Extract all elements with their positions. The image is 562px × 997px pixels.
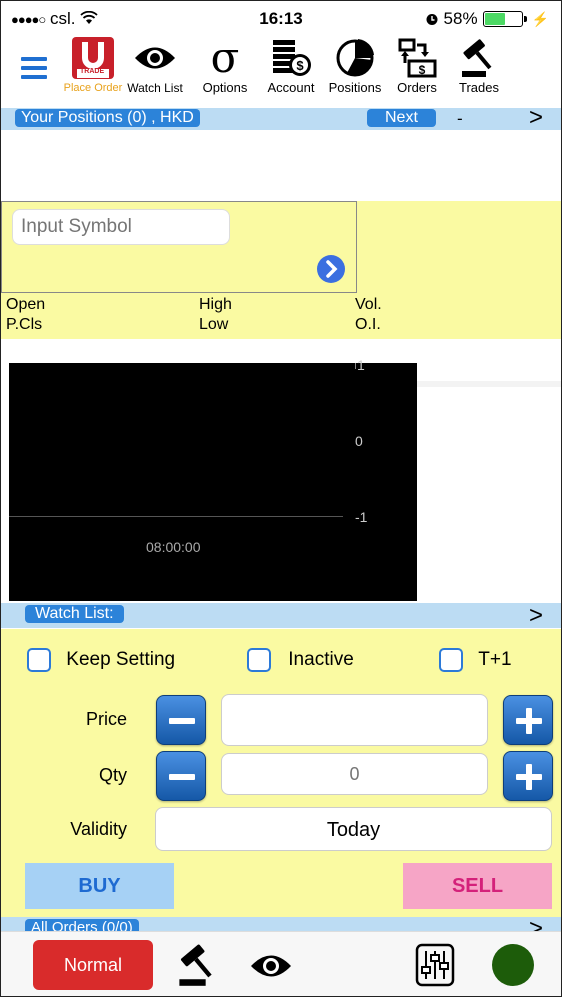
connection-status-indicator bbox=[492, 944, 534, 986]
buy-button[interactable]: BUY bbox=[25, 863, 174, 909]
alarm-icon bbox=[426, 14, 438, 25]
high-label: High bbox=[199, 296, 232, 313]
quote-panel: Open High Vol. P.Cls Low O.I. bbox=[1, 201, 561, 339]
gavel-icon[interactable] bbox=[175, 942, 221, 988]
toolbar-label: Orders bbox=[397, 80, 437, 95]
sell-button[interactable]: SELL bbox=[403, 863, 552, 909]
low-label: Low bbox=[199, 316, 229, 333]
oi-label: O.I. bbox=[355, 316, 381, 333]
next-button[interactable]: Next bbox=[367, 109, 436, 127]
settings-sliders-icon[interactable] bbox=[415, 943, 455, 987]
pie-chart-icon bbox=[336, 39, 374, 77]
orders-header[interactable]: All Orders (0/0) > bbox=[1, 917, 561, 931]
toolbar-account[interactable]: $ Account bbox=[259, 35, 323, 95]
qty-input[interactable] bbox=[221, 753, 488, 795]
battery-percent: 58% bbox=[443, 9, 478, 28]
battery-icon bbox=[482, 11, 527, 27]
battery-level bbox=[484, 13, 506, 25]
chart-tick bbox=[355, 363, 356, 369]
symbol-input[interactable] bbox=[12, 209, 230, 245]
toolbar-label: Positions bbox=[328, 80, 382, 95]
qty-increase-button[interactable] bbox=[503, 751, 553, 801]
toolbar-watch-list[interactable]: Watch List bbox=[123, 35, 187, 95]
positions-chevron-icon[interactable]: > bbox=[529, 106, 543, 130]
toolbar-label: Options bbox=[202, 80, 248, 95]
validity-label: Validity bbox=[70, 819, 127, 839]
t-plus-1-option[interactable]: T+1 bbox=[439, 648, 512, 672]
app-frame: ●●●●○ csl. 16:13 58% ⚡ Place Order TRADE… bbox=[0, 0, 562, 997]
keep-setting-label: Keep Setting bbox=[66, 649, 176, 670]
top-toolbar: Place Order TRADE Watch List σ Options $… bbox=[1, 35, 561, 101]
menu-icon[interactable] bbox=[21, 57, 47, 84]
t-plus-1-label: T+1 bbox=[478, 649, 512, 670]
sigma-icon: σ bbox=[210, 33, 240, 82]
watchlist-title: Watch List: bbox=[25, 605, 124, 623]
battery-area: 58% ⚡ bbox=[425, 9, 549, 29]
watchlist-header[interactable]: Watch List: > bbox=[1, 603, 561, 628]
price-input[interactable] bbox=[221, 694, 488, 746]
chart-gridline bbox=[9, 516, 343, 517]
orders-chevron-icon[interactable]: > bbox=[529, 917, 543, 931]
inactive-option[interactable]: Inactive bbox=[247, 648, 354, 672]
keep-setting-checkbox[interactable] bbox=[27, 648, 51, 672]
price-increase-button[interactable] bbox=[503, 695, 553, 745]
normal-mode-button[interactable]: Normal bbox=[33, 940, 153, 990]
order-form: Keep Setting Inactive T+1 Price Qty Vali… bbox=[1, 629, 561, 917]
validity-select[interactable]: Today bbox=[155, 807, 552, 851]
positions-header[interactable]: Your Positions (0) , HKD Next - > bbox=[1, 106, 561, 130]
toolbar-label: Watch List bbox=[127, 81, 183, 95]
toolbar-options[interactable]: σ Options bbox=[193, 35, 257, 95]
chart-divider bbox=[417, 381, 561, 387]
keep-setting-option[interactable]: Keep Setting bbox=[27, 648, 175, 672]
y-tick-label: -1 bbox=[355, 509, 368, 525]
t-plus-1-checkbox[interactable] bbox=[439, 648, 463, 672]
orders-icon: $ bbox=[398, 38, 437, 78]
inactive-label: Inactive bbox=[288, 649, 354, 670]
price-label: Price bbox=[85, 709, 127, 729]
money-stack-icon: $ bbox=[273, 40, 311, 76]
gavel-icon bbox=[462, 39, 492, 77]
price-decrease-button[interactable] bbox=[156, 695, 206, 745]
y-tick-label: 1 bbox=[357, 357, 365, 373]
trade-logo-text: TRADE bbox=[80, 68, 105, 75]
toolbar-label: Place Order bbox=[63, 82, 123, 94]
eye-icon bbox=[135, 47, 175, 69]
open-label: Open bbox=[6, 296, 46, 313]
toolbar-trades[interactable]: Trades bbox=[447, 35, 511, 95]
price-chart: 1 0 -1 08:00:00 bbox=[9, 357, 417, 601]
qty-label: Qty bbox=[98, 765, 127, 785]
go-arrow-icon[interactable] bbox=[316, 254, 346, 284]
pcls-label: P.Cls bbox=[6, 316, 43, 333]
toolbar-place-order[interactable]: Place Order TRADE bbox=[61, 35, 125, 95]
x-tick-label: 08:00:00 bbox=[146, 539, 201, 555]
y-tick-label: 0 bbox=[355, 433, 363, 449]
qty-decrease-button[interactable] bbox=[156, 751, 206, 801]
inactive-checkbox[interactable] bbox=[247, 648, 271, 672]
bottom-bar: Normal bbox=[1, 931, 561, 996]
toolbar-label: Trades bbox=[459, 80, 499, 95]
charging-icon: ⚡ bbox=[531, 10, 549, 27]
eye-icon[interactable] bbox=[249, 951, 293, 981]
watchlist-chevron-icon[interactable]: > bbox=[529, 604, 543, 628]
status-bar: ●●●●○ csl. 16:13 58% ⚡ bbox=[1, 1, 561, 35]
toolbar-label: Account bbox=[267, 80, 315, 95]
symbol-box bbox=[1, 201, 357, 293]
positions-dash: - bbox=[457, 109, 463, 128]
toolbar-positions[interactable]: Positions bbox=[323, 35, 387, 95]
positions-title: Your Positions (0) , HKD bbox=[15, 109, 200, 127]
svg-text:$: $ bbox=[419, 63, 426, 77]
orders-title: All Orders (0/0) bbox=[25, 919, 139, 931]
vol-label: Vol. bbox=[355, 296, 382, 313]
toolbar-orders[interactable]: $ Orders bbox=[387, 35, 447, 95]
svg-text:$: $ bbox=[296, 58, 304, 73]
